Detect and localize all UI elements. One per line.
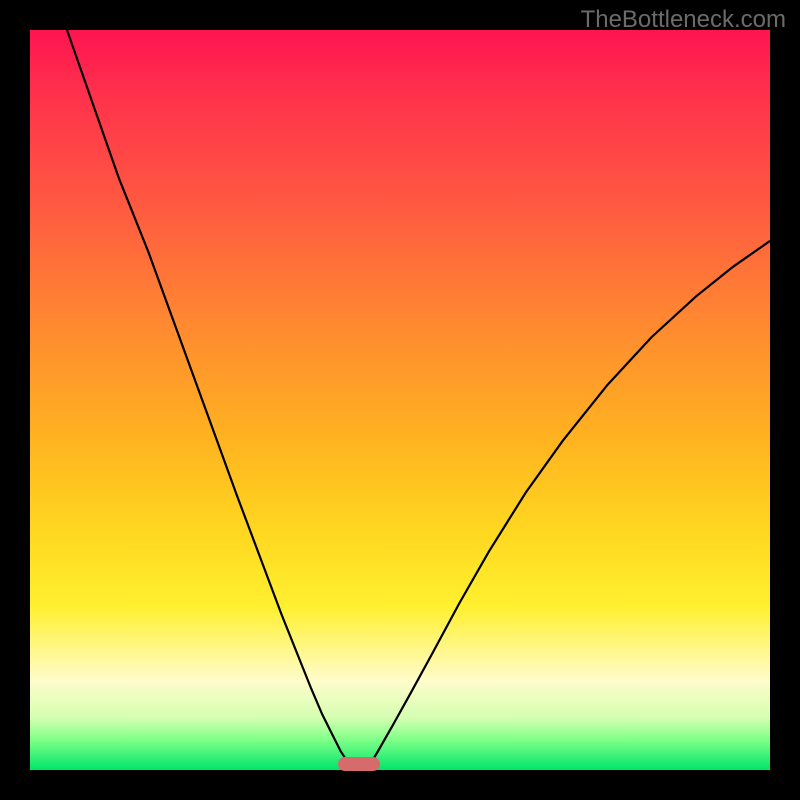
- chart-frame: TheBottleneck.com: [0, 0, 800, 800]
- curve-layer: [30, 30, 770, 770]
- right-curve-path: [367, 241, 770, 770]
- bottleneck-marker: [338, 757, 380, 771]
- plot-area: [30, 30, 770, 770]
- left-curve-path: [67, 30, 354, 770]
